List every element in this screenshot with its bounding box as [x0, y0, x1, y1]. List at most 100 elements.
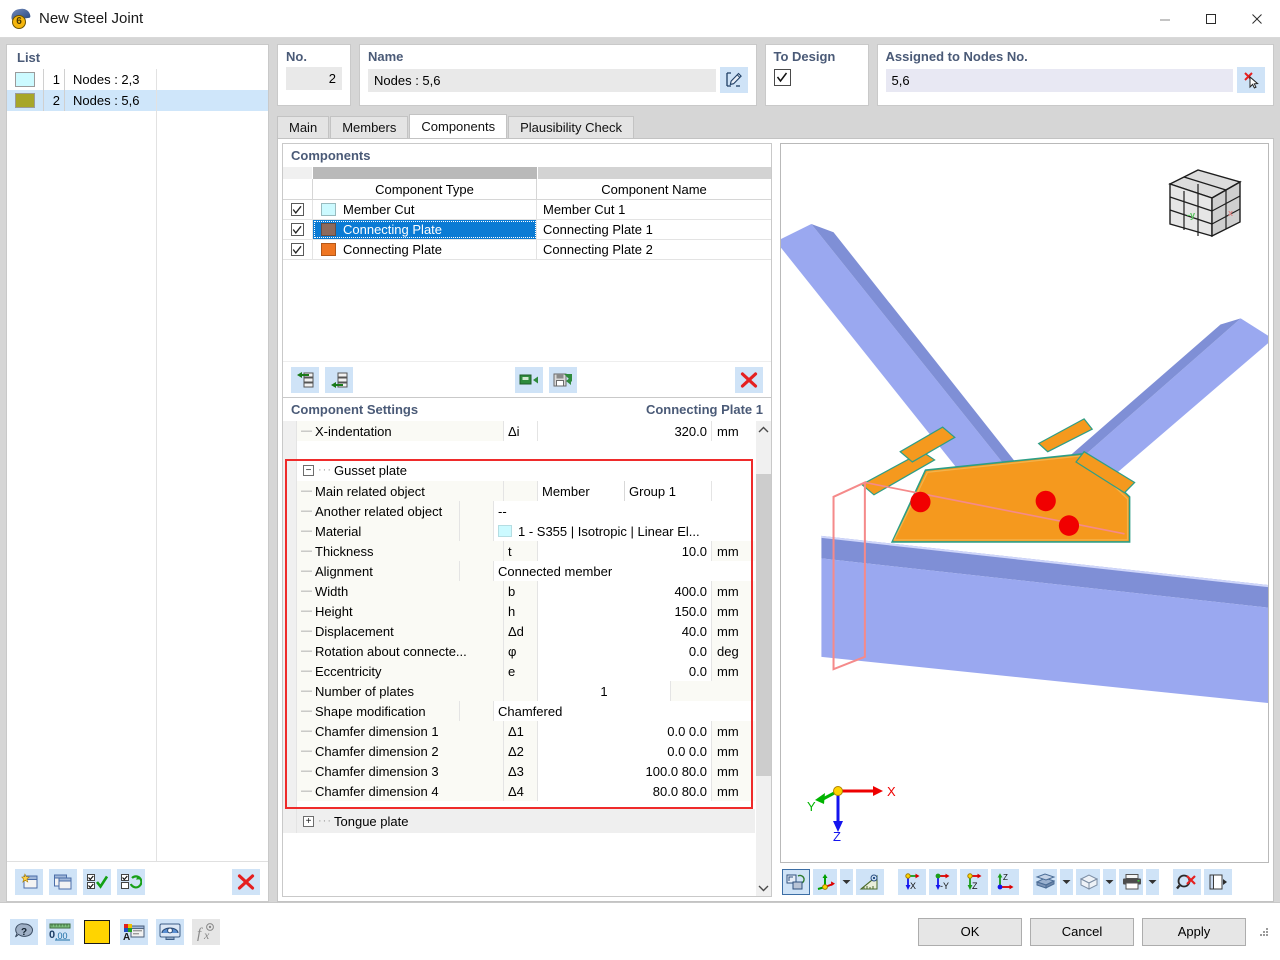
select-all-button[interactable]	[83, 868, 111, 895]
clear-selection-button[interactable]	[1173, 869, 1201, 895]
settings-row-value[interactable]: --	[493, 501, 711, 521]
expand-expander-icon[interactable]: +	[303, 815, 314, 827]
row-component-type[interactable]: Connecting Plate	[313, 220, 537, 239]
display-style-button[interactable]	[1033, 869, 1057, 895]
print-button[interactable]	[1119, 869, 1143, 895]
apply-button[interactable]: Apply	[1142, 917, 1246, 946]
new-joint-button[interactable]	[15, 868, 43, 895]
invert-selection-button[interactable]	[117, 868, 145, 895]
units-button[interactable]: 0 ,00	[46, 918, 74, 945]
delete-component-button[interactable]	[735, 366, 763, 393]
ok-button[interactable]: OK	[918, 917, 1022, 946]
scrollbar-track[interactable]	[756, 438, 771, 879]
tab-main[interactable]: Main	[277, 116, 330, 138]
to-design-checkbox[interactable]	[773, 69, 791, 86]
list-item[interactable]: 2 Nodes : 5,6	[7, 90, 268, 111]
minimize-button[interactable]	[1142, 0, 1188, 38]
settings-row-value[interactable]: 0.0 0.0	[537, 741, 711, 761]
help-button[interactable]: ?	[10, 918, 38, 945]
settings-row[interactable]: — Rotation about connecte... φ 0.0 deg	[283, 641, 755, 661]
tab-members[interactable]: Members	[330, 116, 409, 138]
settings-row-value[interactable]: 0.0	[537, 641, 711, 661]
row-checkbox[interactable]	[283, 220, 313, 239]
settings-row[interactable]: — Another related object --	[283, 501, 755, 521]
settings-row[interactable]: — Width b 400.0 mm	[283, 581, 755, 601]
settings-row-value[interactable]: Connected member	[493, 561, 711, 581]
settings-section-header[interactable]: − ··· Gusset plate	[283, 459, 755, 481]
settings-row-value-2[interactable]: Group 1	[624, 481, 711, 501]
chevron-down-icon[interactable]	[756, 879, 771, 896]
row-component-name[interactable]: Member Cut 1	[537, 200, 771, 219]
view-isometric-button[interactable]: Z	[991, 869, 1019, 895]
settings-row[interactable]: — Shape modification Chamfered	[283, 701, 755, 721]
table-row[interactable]: Member Cut Member Cut 1	[283, 200, 771, 220]
navigation-cube[interactable]: -y x	[1164, 166, 1246, 249]
settings-section-header[interactable]: + ··· Tongue plate	[283, 809, 755, 833]
settings-row[interactable]: — Alignment Connected member	[283, 561, 755, 581]
panel-toggle-button[interactable]	[1204, 869, 1232, 895]
settings-row[interactable]: — Main related object Member Group 1	[283, 481, 755, 501]
visibility-button[interactable]	[156, 918, 184, 945]
maximize-button[interactable]	[1188, 0, 1234, 38]
settings-row-value[interactable]: 10.0	[537, 541, 711, 561]
tab-components[interactable]: Components	[409, 114, 508, 138]
settings-row[interactable]: — Displacement Δd 40.0 mm	[283, 621, 755, 641]
settings-row[interactable]: — Chamfer dimension 4 Δ4 80.0 80.0 mm	[283, 781, 755, 801]
table-row[interactable]: Connecting Plate Connecting Plate 2	[283, 240, 771, 260]
settings-row[interactable]: — Eccentricity e 0.0 mm	[283, 661, 755, 681]
settings-row[interactable]: — Material 1 - S355 | Isotropic | Linear …	[283, 521, 755, 541]
settings-row[interactable]: — Number of plates 1	[283, 681, 755, 701]
resize-grip[interactable]	[1258, 926, 1270, 938]
close-button[interactable]	[1234, 0, 1280, 38]
settings-row-value[interactable]: 320.0	[537, 421, 711, 441]
column-header-component-type[interactable]: Component Type	[313, 179, 537, 199]
display-style-dropdown[interactable]	[1060, 869, 1073, 895]
settings-row-value[interactable]: 80.0 80.0	[537, 781, 711, 801]
settings-row-value[interactable]: 1 - S355 | Isotropic | Linear El...	[493, 521, 711, 541]
print-dropdown[interactable]	[1146, 869, 1159, 895]
settings-row-value[interactable]: 400.0	[537, 581, 711, 601]
move-down-button[interactable]	[325, 366, 353, 393]
tab-plausibility-check[interactable]: Plausibility Check	[508, 116, 634, 138]
save-component-button[interactable]	[549, 366, 577, 393]
edit-pencil-icon[interactable]	[719, 67, 748, 93]
settings-scrollbar[interactable]	[755, 421, 771, 896]
coordinate-system-button[interactable]	[813, 869, 837, 895]
row-component-name[interactable]: Connecting Plate 2	[537, 240, 771, 259]
row-component-type[interactable]: Member Cut	[313, 200, 537, 219]
settings-row-value[interactable]: 0.0	[537, 661, 711, 681]
settings-row[interactable]: — Chamfer dimension 1 Δ1 0.0 0.0 mm	[283, 721, 755, 741]
settings-row-value[interactable]: 100.0 80.0	[537, 761, 711, 781]
measure-button[interactable]	[856, 869, 884, 895]
render-mode-button[interactable]	[782, 869, 810, 895]
3d-viewport[interactable]: -y x X Y Z	[780, 143, 1269, 863]
display-properties-button[interactable]: A	[120, 918, 148, 945]
row-component-name[interactable]: Connecting Plate 1	[537, 220, 771, 239]
scrollbar-thumb[interactable]	[756, 474, 771, 776]
view-x-button[interactable]: X	[898, 869, 926, 895]
settings-row[interactable]: — Chamfer dimension 3 Δ3 100.0 80.0 mm	[283, 761, 755, 781]
table-row[interactable]: Connecting Plate Connecting Plate 1	[283, 220, 771, 240]
no-input[interactable]	[286, 67, 342, 90]
settings-row[interactable]: — Height h 150.0 mm	[283, 601, 755, 621]
column-header-component-name[interactable]: Component Name	[537, 179, 771, 199]
view-minus-y-button[interactable]: -Y	[929, 869, 957, 895]
settings-row-value[interactable]: 1	[537, 681, 670, 701]
wireframe-button[interactable]	[1076, 869, 1100, 895]
row-component-type[interactable]: Connecting Plate	[313, 240, 537, 259]
pick-cursor-icon[interactable]	[1237, 67, 1265, 93]
collapse-expander-icon[interactable]: −	[303, 464, 314, 476]
wireframe-dropdown[interactable]	[1103, 869, 1116, 895]
name-input[interactable]	[368, 68, 716, 92]
coordinate-system-dropdown[interactable]	[840, 869, 853, 895]
view-z-button[interactable]: Z	[960, 869, 988, 895]
settings-row[interactable]: — Thickness t 10.0 mm	[283, 541, 755, 561]
joint-list[interactable]: 1 Nodes : 2,3 2 Nodes : 5,6	[7, 69, 268, 861]
settings-row-value[interactable]: 150.0	[537, 601, 711, 621]
chevron-up-icon[interactable]	[756, 421, 771, 438]
settings-row-value[interactable]: 0.0 0.0	[537, 721, 711, 741]
cancel-button[interactable]: Cancel	[1030, 917, 1134, 946]
delete-joint-button[interactable]	[232, 868, 260, 895]
copy-joint-button[interactable]	[49, 868, 77, 895]
import-component-button[interactable]	[515, 366, 543, 393]
